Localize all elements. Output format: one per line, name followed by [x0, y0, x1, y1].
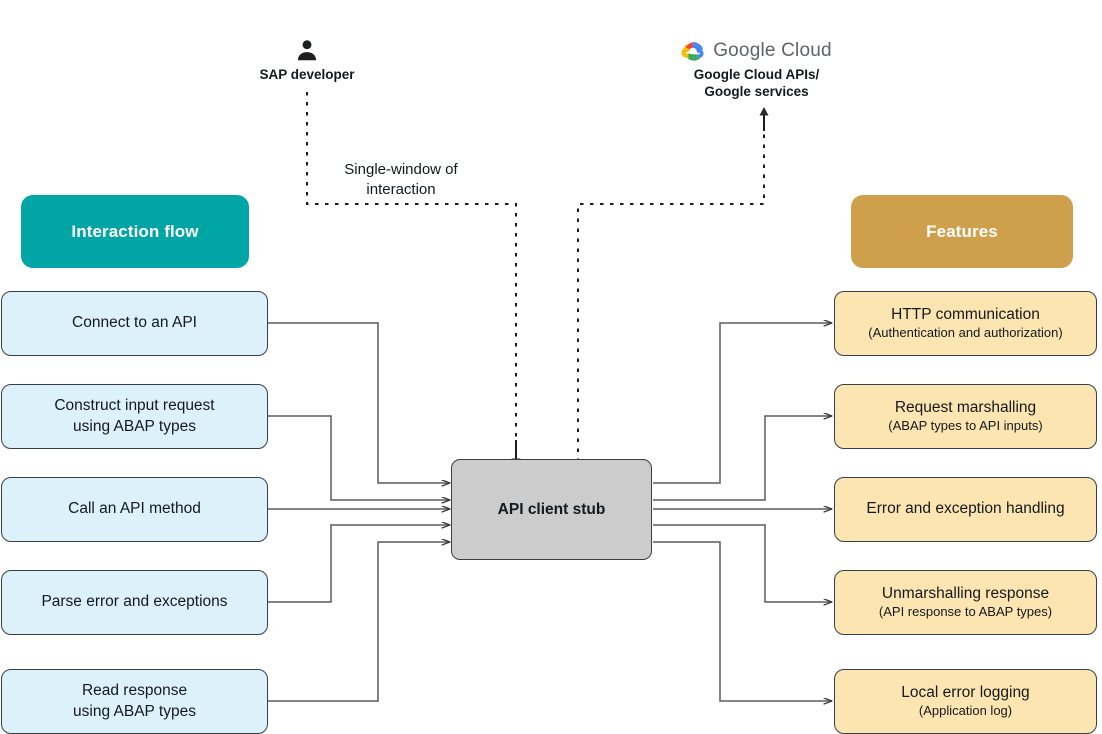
feature-http-communication[interactable]: HTTP communication (Authentication and a…: [834, 291, 1097, 356]
flow-step-title: Construct input request: [54, 396, 215, 414]
feature-title: Request marshalling: [894, 399, 1037, 417]
api-client-stub-node[interactable]: API client stub: [451, 459, 652, 560]
api-client-stub-label: API client stub: [497, 500, 606, 518]
single-window-annotation: Single-window of interaction: [344, 161, 458, 198]
flow-step-construct-input-request[interactable]: Construct input request using ABAP types: [1, 384, 268, 449]
google-cloud-wordmark-cloud: Cloud: [781, 40, 832, 62]
feature-title: HTTP communication: [891, 306, 1040, 324]
feature-title: Local error logging: [901, 684, 1030, 702]
left-column-header-label: Interaction flow: [71, 221, 199, 241]
feature-request-marshalling[interactable]: Request marshalling (ABAP types to API i…: [834, 384, 1097, 449]
flow-step-title: Connect to an API: [72, 314, 197, 332]
feature-error-and-exception-handling[interactable]: Error and exception handling: [834, 477, 1097, 542]
feature-subtitle: (API response to ABAP types): [878, 604, 1053, 620]
right-column-header: Features: [851, 195, 1073, 268]
actor-google-cloud: Google Cloud Google Cloud APIs/ Google s…: [654, 38, 859, 101]
google-cloud-wordmark-google: Google: [713, 40, 776, 62]
google-cloud-logo: Google Cloud: [654, 38, 859, 64]
person-icon: [297, 40, 317, 61]
feature-subtitle: (Authentication and authorization): [868, 325, 1063, 341]
flow-step-title: Parse error and exceptions: [41, 593, 228, 611]
right-column-header-label: Features: [926, 221, 998, 241]
feature-title: Error and exception handling: [866, 500, 1065, 518]
feature-subtitle: (ABAP types to API inputs): [888, 418, 1043, 434]
feature-title: Unmarshalling response: [881, 585, 1050, 603]
left-column-header: Interaction flow: [21, 195, 249, 268]
feature-unmarshalling-response[interactable]: Unmarshalling response (API response to …: [834, 570, 1097, 635]
flow-step-read-response[interactable]: Read response using ABAP types: [1, 669, 268, 734]
google-cloud-wordmark: Google Cloud: [713, 39, 832, 63]
flow-step-subtitle: using ABAP types: [73, 417, 196, 435]
flow-step-parse-error-and-exceptions[interactable]: Parse error and exceptions: [1, 570, 268, 635]
flow-step-title: Read response: [81, 681, 188, 699]
actor-sap-developer-label: SAP developer: [259, 67, 355, 82]
flow-step-connect-to-an-api[interactable]: Connect to an API: [1, 291, 268, 356]
flow-step-title: Call an API method: [68, 500, 201, 518]
actor-sap-developer: SAP developer: [232, 38, 382, 84]
feature-subtitle: (Application log): [918, 703, 1013, 719]
flow-step-subtitle: using ABAP types: [73, 702, 196, 720]
feature-local-error-logging[interactable]: Local error logging (Application log): [834, 669, 1097, 734]
flow-step-call-an-api-method[interactable]: Call an API method: [1, 477, 268, 542]
google-cloud-cloud-icon: [681, 41, 704, 61]
actor-google-cloud-label: Google Cloud APIs/ Google services: [693, 67, 820, 99]
diagram-canvas: SAP developer Google Cloud Google Cloud …: [0, 0, 1102, 734]
